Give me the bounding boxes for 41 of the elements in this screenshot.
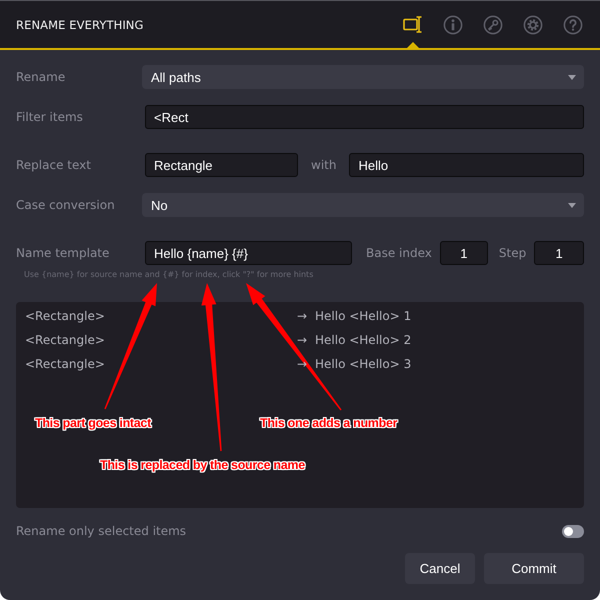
field-label: Filter items xyxy=(16,110,84,124)
dropdown[interactable]: No xyxy=(142,193,584,217)
field-label: Rename xyxy=(16,70,66,84)
help-icon xyxy=(563,14,583,34)
source-name: <Rectangle> xyxy=(25,333,106,347)
field-label: Name template xyxy=(16,246,110,260)
field-label: Replace text xyxy=(16,158,92,172)
caret-icon xyxy=(568,74,576,80)
info-icon xyxy=(443,14,463,34)
toggle-switch[interactable] xyxy=(562,524,584,538)
field-label: Base index xyxy=(366,246,432,260)
source-name: <Rectangle> xyxy=(25,357,106,371)
field-label: with xyxy=(311,158,336,172)
tab-pointer-icon xyxy=(407,42,419,48)
settings-icon xyxy=(523,14,543,34)
result-name: Hello <Hello> 3 xyxy=(315,357,412,371)
field-label: Case conversion xyxy=(16,198,116,212)
arrow-glyph: → xyxy=(297,309,308,323)
text-cursor-box-icon xyxy=(403,14,423,34)
field-label: Step xyxy=(498,246,526,260)
dialog-button[interactable]: Cancel xyxy=(405,553,475,584)
annotation-label: This is replaced by the source name xyxy=(100,457,305,473)
hint-text: Use {name} for source name and {#} for index, click "?" for more hints xyxy=(24,270,314,280)
key-icon xyxy=(483,14,503,34)
caret-icon xyxy=(568,202,576,208)
arrow-glyph: → xyxy=(297,333,308,347)
annotation-label: This part goes intact xyxy=(35,415,151,431)
text-field[interactable]: <Rect xyxy=(145,105,584,129)
number-field[interactable]: 1 xyxy=(440,241,488,265)
text-field[interactable]: Hello xyxy=(349,153,584,177)
template-field[interactable]: Hello {name} {#} xyxy=(145,241,352,265)
dropdown[interactable]: All paths xyxy=(142,65,584,89)
text-field[interactable]: Rectangle xyxy=(145,153,298,177)
dialog-button[interactable]: Commit xyxy=(484,553,584,584)
window-title: RENAME EVERYTHING xyxy=(16,18,144,32)
result-name: Hello <Hello> 2 xyxy=(315,333,412,347)
annotation-label: This one adds a number xyxy=(260,415,398,431)
number-field[interactable]: 1 xyxy=(534,241,584,265)
toggle-label: Rename only selected items xyxy=(16,524,186,538)
source-name: <Rectangle> xyxy=(25,309,106,323)
result-name: Hello <Hello> 1 xyxy=(315,309,412,323)
